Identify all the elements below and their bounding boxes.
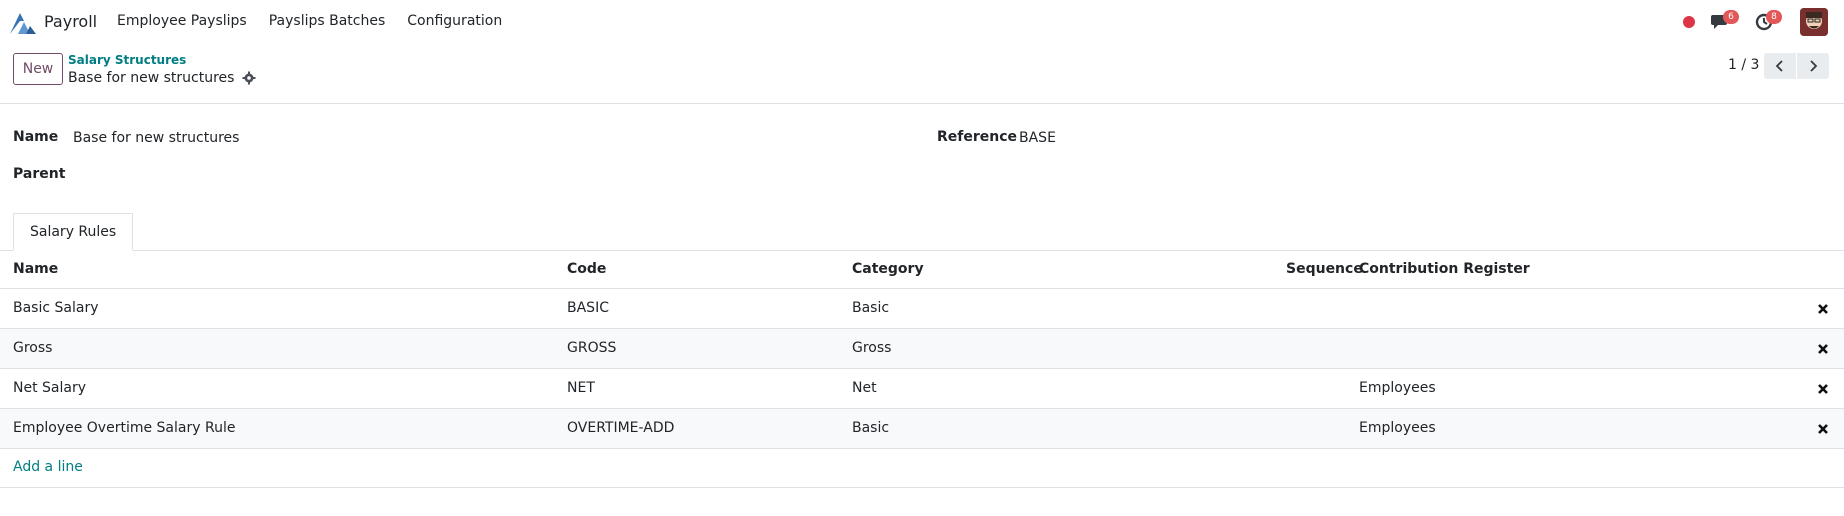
cell-name: Net Salary [13,380,87,396]
table-row[interactable]: Gross GROSS Gross [0,329,1844,369]
page-title: Base for new structures [68,70,235,86]
cell-name: Employee Overtime Salary Rule [13,420,236,436]
chat-badge: 6 [1723,10,1739,24]
delete-row-icon[interactable] [1815,301,1831,317]
gear-icon[interactable] [242,71,256,85]
pager-next-button[interactable] [1797,53,1829,79]
tab-label: Salary Rules [30,224,117,240]
cell-name: Gross [13,340,53,356]
cell-register: Employees [1359,420,1436,436]
pager-previous-button[interactable] [1764,53,1796,79]
column-header-sequence[interactable]: Sequence [1286,261,1363,277]
column-header-name[interactable]: Name [13,261,58,277]
table-header: Name Code Category Sequence Contribution… [0,251,1844,289]
table-row[interactable]: Net Salary NET Net Employees [0,369,1844,409]
cell-name: Basic Salary [13,300,99,316]
cell-category: Basic [852,300,890,316]
parent-label: Parent [13,166,66,182]
cell-category: Gross [852,340,892,356]
delete-row-icon[interactable] [1815,381,1831,397]
cell-code: BASIC [567,300,609,316]
name-field[interactable]: Base for new structures [73,130,239,146]
column-header-contribution-register[interactable]: Contribution Register [1359,261,1530,277]
salary-rules-table: Name Code Category Sequence Contribution… [0,251,1844,449]
add-line-link[interactable]: Add a line [13,459,83,475]
reference-label: Reference [937,129,1018,145]
column-header-code[interactable]: Code [567,261,606,277]
table-row[interactable]: Employee Overtime Salary Rule OVERTIME-A… [0,409,1844,449]
tab-salary-rules[interactable]: Salary Rules [13,213,134,251]
payroll-logo-icon[interactable] [8,10,38,36]
record-title-row: Base for new structures [68,70,256,86]
control-panel: New Salary Structures Base for new struc… [0,44,1844,104]
delete-row-icon[interactable] [1815,421,1831,437]
avatar[interactable] [1800,8,1828,36]
main-menu: Employee Payslips Payslips Batches Confi… [117,13,524,29]
menu-payslips-batches[interactable]: Payslips Batches [269,13,386,29]
new-button[interactable]: New [13,53,63,85]
chevron-left-icon [1775,60,1783,72]
record-dot-icon[interactable] [1683,16,1695,28]
name-label: Name [13,129,59,145]
table-bottom-divider [0,487,1844,488]
table-row[interactable]: Basic Salary BASIC Basic [0,289,1844,329]
delete-row-icon[interactable] [1815,341,1831,357]
pager-value[interactable]: 1 / 3 [1728,57,1759,73]
top-navbar: Payroll Employee Payslips Payslips Batch… [0,0,1844,44]
app-name[interactable]: Payroll [44,12,97,31]
cell-category: Net [852,380,877,396]
chevron-right-icon [1810,60,1818,72]
cell-code: NET [567,380,595,396]
reference-field[interactable]: BASE [1019,130,1056,146]
cell-code: GROSS [567,340,617,356]
menu-employee-payslips[interactable]: Employee Payslips [117,13,247,29]
breadcrumb[interactable]: Salary Structures [68,53,186,67]
menu-configuration[interactable]: Configuration [407,13,502,29]
column-header-category[interactable]: Category [852,261,924,277]
cell-category: Basic [852,420,890,436]
cell-register: Employees [1359,380,1436,396]
cell-code: OVERTIME-ADD [567,420,675,436]
activity-badge: 8 [1766,10,1782,24]
